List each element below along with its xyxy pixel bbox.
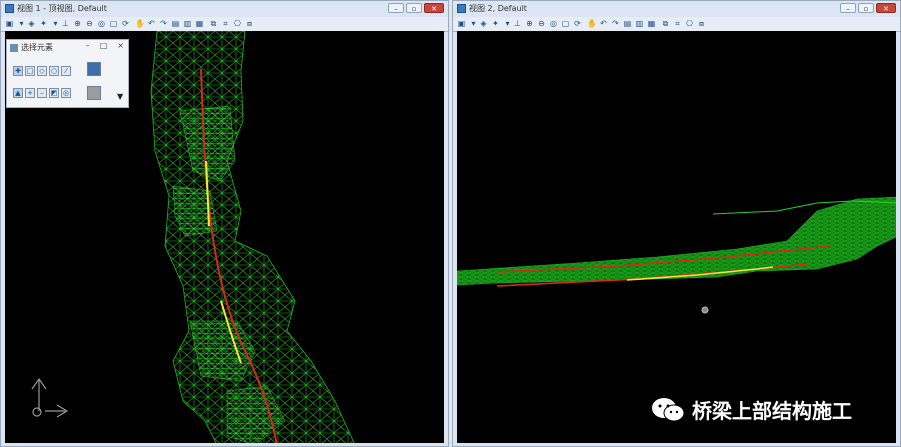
walk-icon[interactable]: ✋ xyxy=(587,19,597,28)
restore-button[interactable]: ▫ xyxy=(406,3,422,13)
zoom-out-icon[interactable]: ⊖ xyxy=(537,19,546,28)
dropdown-arrow-icon[interactable]: ▾ xyxy=(17,19,26,28)
minimize-button[interactable]: – xyxy=(840,3,856,13)
clear-selection-icon[interactable] xyxy=(87,62,101,76)
watermark: 桥梁上部结构施工 xyxy=(650,395,852,424)
view-attributes-icon[interactable]: ▣ xyxy=(5,19,14,28)
terrain-3d-view xyxy=(457,196,896,314)
copy-view-icon[interactable]: ⧉ xyxy=(661,19,670,28)
brush-icon[interactable]: ⊥ xyxy=(513,19,522,28)
view-axis-triad xyxy=(31,377,69,418)
view-2-toolbar: ▣ ▾ ◈ ✦ ▾ ⊥ ⊕ ⊖ ◎ ▢ ⟳ ✋ ↶ ↷ ▤ ▥ ▦ ⧉ ⌗ ⎔ … xyxy=(453,17,900,32)
line-select-icon[interactable]: ⁄ xyxy=(61,66,71,76)
view-window-icon xyxy=(457,4,466,13)
display-style-icon[interactable]: ◈ xyxy=(27,19,36,28)
zoom-in-icon[interactable]: ⊕ xyxy=(73,19,82,28)
view-attributes-icon[interactable]: ▣ xyxy=(457,19,466,28)
view-cube-icon[interactable]: ▤ xyxy=(623,19,632,28)
pointer-icon[interactable]: ▲ xyxy=(13,88,23,98)
view-split-icon[interactable]: ▦ xyxy=(647,19,656,28)
view-list-icon[interactable]: ▥ xyxy=(635,19,644,28)
subtract-mode-icon[interactable]: – xyxy=(37,88,47,98)
dropdown-arrow-icon[interactable]: ▾ xyxy=(51,19,60,28)
invert-mode-icon[interactable]: ◩ xyxy=(49,88,59,98)
individual-select-icon[interactable]: ✚ xyxy=(13,66,23,76)
view-list-icon[interactable]: ▥ xyxy=(183,19,192,28)
window-area-icon[interactable]: ▢ xyxy=(561,19,570,28)
palette-icon xyxy=(10,43,18,52)
view-window-2[interactable]: 视图 2, Default – ▫ ✕ ▣ ▾ ◈ ✦ ▾ ⊥ ⊕ ⊖ ◎ ▢ … xyxy=(452,0,901,447)
watermark-text: 桥梁上部结构施工 xyxy=(692,399,852,423)
palette-menu-arrow-icon[interactable]: ▼ xyxy=(117,92,123,101)
close-button[interactable]: ✕ xyxy=(424,3,444,13)
rotate-view-icon[interactable]: ⟳ xyxy=(121,19,130,28)
copy-view-icon[interactable]: ⧉ xyxy=(209,19,218,28)
restore-button[interactable]: ▫ xyxy=(858,3,874,13)
shape-select-icon[interactable]: ◇ xyxy=(37,66,47,76)
wechat-icon xyxy=(652,397,685,421)
select-all-icon[interactable]: ◎ xyxy=(61,88,71,98)
fit-view-icon[interactable]: ◎ xyxy=(549,19,558,28)
block-select-icon[interactable]: □ xyxy=(25,66,35,76)
select-element-palette[interactable]: 选择元素 – □ × ✚ □ ◇ ○ ⁄ ▲ + – ◩ ◎ ▼ xyxy=(6,39,129,108)
walk-icon[interactable]: ✋ xyxy=(135,19,145,28)
view-split-icon[interactable]: ▦ xyxy=(195,19,204,28)
clip-volume-icon[interactable]: ⌗ xyxy=(673,19,682,28)
circle-select-icon[interactable]: ○ xyxy=(49,66,59,76)
dropdown-arrow-icon[interactable]: ▾ xyxy=(503,19,512,28)
zoom-out-icon[interactable]: ⊖ xyxy=(85,19,94,28)
camera-icon[interactable]: ⎔ xyxy=(685,19,694,28)
view-pivot-point xyxy=(701,306,709,314)
render-icon[interactable]: ✦ xyxy=(491,19,500,28)
camera-icon[interactable]: ⎔ xyxy=(233,19,242,28)
palette-minimize-button[interactable]: – xyxy=(86,41,90,50)
view-window-icon xyxy=(5,4,14,13)
view-window-1[interactable]: 视图 1 - 顶视图, Default – ▫ ✕ ▣ ▾ ◈ ✦ ▾ ⊥ ⊕ … xyxy=(0,0,449,447)
minimize-button[interactable]: – xyxy=(388,3,404,13)
previous-view-icon[interactable]: ↶ xyxy=(599,19,608,28)
select-by-attribute-icon[interactable] xyxy=(87,86,101,100)
terrain-mesh xyxy=(150,31,355,443)
add-mode-icon[interactable]: + xyxy=(25,88,35,98)
zoom-in-icon[interactable]: ⊕ xyxy=(525,19,534,28)
clip-volume-icon[interactable]: ⌗ xyxy=(221,19,230,28)
rotate-view-icon[interactable]: ⟳ xyxy=(573,19,582,28)
view-1-title: 视图 1 - 顶视图, Default xyxy=(17,4,107,13)
close-button[interactable]: ✕ xyxy=(876,3,896,13)
view-cube-icon[interactable]: ▤ xyxy=(171,19,180,28)
view-2-titlebar[interactable]: 视图 2, Default – ▫ ✕ xyxy=(453,1,900,17)
dropdown-arrow-icon[interactable]: ▾ xyxy=(469,19,478,28)
palette-maximize-button[interactable]: □ xyxy=(100,41,108,50)
previous-view-icon[interactable]: ↶ xyxy=(147,19,156,28)
next-view-icon[interactable]: ↷ xyxy=(159,19,168,28)
view-2-title: 视图 2, Default xyxy=(469,4,527,13)
save-view-icon[interactable]: ⧈ xyxy=(697,19,706,28)
render-icon[interactable]: ✦ xyxy=(39,19,48,28)
view-2-canvas[interactable] xyxy=(457,31,896,443)
window-area-icon[interactable]: ▢ xyxy=(109,19,118,28)
palette-close-button[interactable]: × xyxy=(117,41,124,50)
view-1-toolbar: ▣ ▾ ◈ ✦ ▾ ⊥ ⊕ ⊖ ◎ ▢ ⟳ ✋ ↶ ↷ ▤ ▥ ▦ ⧉ ⌗ ⎔ … xyxy=(1,17,448,32)
next-view-icon[interactable]: ↷ xyxy=(611,19,620,28)
palette-title: 选择元素 xyxy=(21,43,53,52)
view-1-titlebar[interactable]: 视图 1 - 顶视图, Default – ▫ ✕ xyxy=(1,1,448,17)
save-view-icon[interactable]: ⧈ xyxy=(245,19,254,28)
display-style-icon[interactable]: ◈ xyxy=(479,19,488,28)
fit-view-icon[interactable]: ◎ xyxy=(97,19,106,28)
brush-icon[interactable]: ⊥ xyxy=(61,19,70,28)
